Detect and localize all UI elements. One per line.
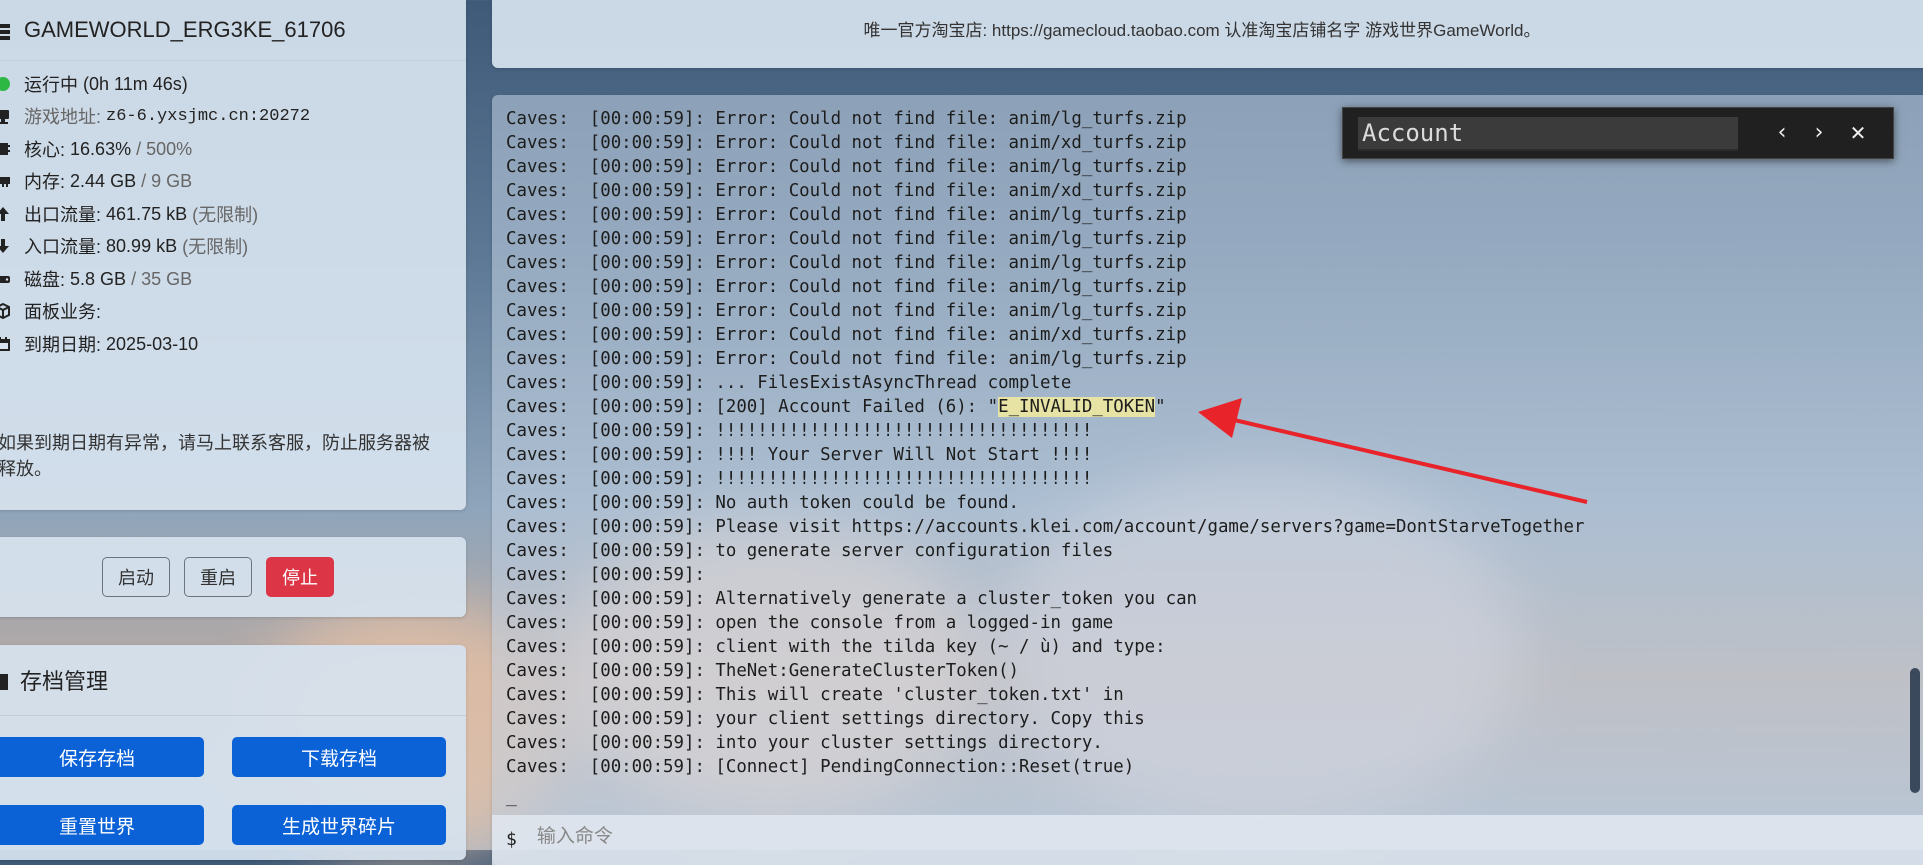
status-text: 运行中: [24, 75, 78, 95]
expire-row: 到期日期: 2025-03-10: [0, 331, 198, 357]
expire-label: 到期日期:: [24, 335, 102, 355]
console-line: Caves: [00:00:59]: to generate server co…: [506, 541, 1114, 561]
console-line: Caves: [00:00:59]: open the console from…: [506, 613, 1114, 633]
memory-max: / 9 GB: [141, 170, 193, 191]
console-line: Caves: [00:00:59]: Error: Could not find…: [506, 229, 1187, 249]
console-line: Caves: [00:00:59]: [Connect] PendingConn…: [506, 757, 1135, 777]
console-line: Caves: [00:00:59]: !!!!!!!!!!!!!!!!!!!!!…: [506, 469, 1093, 489]
uptime-text: (0h 11m 46s): [83, 73, 188, 94]
server-icon: [0, 21, 10, 40]
archive-title-bar: 存档管理: [0, 645, 466, 716]
console-line: Caves: [00:00:59]: into your cluster set…: [506, 733, 1103, 753]
memory-row: 内存: 2.44 GB / 9 GB: [0, 168, 192, 194]
find-next-icon[interactable]: ›: [1806, 120, 1832, 146]
game-address[interactable]: z6-6.yxsjmc.cn:20272: [106, 107, 310, 126]
restart-button[interactable]: 重启: [184, 557, 252, 597]
console-line: Caves: [00:00:59]: Alternatively generat…: [506, 589, 1198, 609]
sd-card-icon: [0, 671, 8, 690]
console-line: Caves: [00:00:59]: client with the tilda…: [506, 637, 1166, 657]
find-previous-icon[interactable]: ‹: [1769, 120, 1795, 146]
console-line: Caves: [00:00:59]: Error: Could not find…: [506, 349, 1187, 369]
control-panel: 启动 重启 停止: [0, 537, 466, 617]
console-line: Caves: [00:00:59]: Error: Could not find…: [506, 181, 1187, 201]
panel-business-label: 面板业务:: [24, 302, 102, 322]
outbound-row: 出口流量: 461.75 kB (无限制): [0, 201, 258, 227]
memory-value: 2.44 GB: [70, 170, 137, 191]
console-scrollbar[interactable]: [1910, 668, 1920, 793]
console-output: Caves: [00:00:59]: Error: Could not find…: [506, 107, 1584, 779]
console-line: Caves: [00:00:59]: [200] Account Failed …: [506, 397, 1166, 417]
save-archive-button[interactable]: 保存存档: [0, 737, 204, 777]
cpu-label: 核心:: [24, 140, 66, 160]
disk-label: 磁盘:: [24, 270, 66, 290]
console-cursor: _: [506, 786, 517, 807]
console-line: Caves: [00:00:59]: Please visit https://…: [506, 517, 1585, 537]
search-highlight: E_INVALID_TOKEN: [998, 397, 1156, 417]
server-name: GAMEWORLD_ERG3KE_61706: [24, 17, 346, 42]
calendar-icon: [0, 336, 10, 352]
find-input[interactable]: [1358, 117, 1738, 151]
console-line: Caves: [00:00:59]: This will create 'clu…: [506, 685, 1124, 705]
inbound-value: 80.99 kB: [106, 235, 178, 256]
memory-icon: [0, 173, 10, 189]
server-info-panel: GAMEWORLD_ERG3KE_61706 运行中 (0h 11m 46s) …: [0, 0, 466, 510]
server-title-bar: GAMEWORLD_ERG3KE_61706: [0, 0, 466, 61]
console-panel: Caves: [00:00:59]: Error: Could not find…: [492, 95, 1923, 865]
address-label: 游戏地址:: [24, 107, 102, 127]
cpu-icon: [0, 141, 10, 157]
disk-value: 5.8 GB: [70, 268, 127, 289]
archive-panel: 存档管理 保存存档 下载存档 重置世界 生成世界碎片: [0, 645, 466, 860]
disk-icon: [0, 271, 10, 287]
network-icon: [0, 108, 10, 124]
stop-button[interactable]: 停止: [266, 557, 334, 597]
inbound-row: 入口流量: 80.99 kB (无限制): [0, 233, 248, 259]
expire-value: 2025-03-10: [106, 333, 199, 354]
box-icon: [0, 302, 10, 320]
reset-world-button[interactable]: 重置世界: [0, 805, 204, 845]
disk-row: 磁盘: 5.8 GB / 35 GB: [0, 266, 192, 292]
command-prompt: $: [506, 829, 517, 850]
inbound-label: 入口流量:: [24, 237, 102, 257]
console-line: Caves: [00:00:59]: No auth token could b…: [506, 493, 1020, 513]
arrow-down-icon: [0, 238, 10, 254]
find-close-icon[interactable]: ✕: [1845, 120, 1871, 146]
command-input[interactable]: [534, 825, 1139, 849]
cpu-value: 16.63%: [70, 138, 132, 159]
command-bar: $: [492, 815, 1923, 865]
archive-title: 存档管理: [20, 669, 109, 694]
arrow-up-icon: [0, 206, 10, 222]
generate-fragment-button[interactable]: 生成世界碎片: [232, 805, 446, 845]
console-line: Caves: [00:00:59]: Error: Could not find…: [506, 205, 1187, 225]
shop-notice-text: 唯一官方淘宝店: https://gamecloud.taobao.com 认准…: [863, 21, 1541, 40]
inbound-limit: (无限制): [182, 237, 249, 257]
status-row: 运行中 (0h 11m 46s): [0, 71, 188, 97]
console-line: Caves: [00:00:59]: your client settings …: [506, 709, 1145, 729]
start-button[interactable]: 启动: [102, 557, 170, 597]
download-archive-button[interactable]: 下载存档: [232, 737, 446, 777]
outbound-value: 461.75 kB: [106, 203, 188, 224]
console-line: Caves: [00:00:59]: Error: Could not find…: [506, 325, 1187, 345]
status-running-icon: [0, 77, 10, 91]
find-bar: ‹ › ✕: [1342, 107, 1894, 159]
disk-max: / 35 GB: [131, 268, 193, 289]
shop-notice-panel: 唯一官方淘宝店: https://gamecloud.taobao.com 认准…: [492, 0, 1923, 68]
address-row: 游戏地址: z6-6.yxsjmc.cn:20272: [0, 103, 310, 129]
outbound-label: 出口流量:: [24, 205, 102, 225]
console-line: Caves: [00:00:59]: ... FilesExistAsyncTh…: [506, 373, 1072, 393]
console-line: Caves: [00:00:59]: Error: Could not find…: [506, 277, 1187, 297]
panel-business-row: 面板业务:: [0, 298, 101, 324]
cpu-max: / 500%: [136, 138, 193, 159]
console-line: Caves: [00:00:59]:: [506, 565, 705, 585]
console-line: Caves: [00:00:59]: Error: Could not find…: [506, 253, 1187, 273]
memory-label: 内存:: [24, 172, 66, 192]
console-line: Caves: [00:00:59]: !!!!!!!!!!!!!!!!!!!!!…: [506, 421, 1093, 441]
cpu-row: 核心: 16.63% / 500%: [0, 136, 192, 162]
console-line: Caves: [00:00:59]: TheNet:GenerateCluste…: [506, 661, 1020, 681]
console-line: Caves: [00:00:59]: !!!! Your Server Will…: [506, 445, 1093, 465]
outbound-limit: (无限制): [192, 205, 259, 225]
expire-notice: 如果到期日期有异常，请马上联系客服，防止服务器被释放。: [0, 433, 430, 479]
console-line: Caves: [00:00:59]: Error: Could not find…: [506, 301, 1187, 321]
